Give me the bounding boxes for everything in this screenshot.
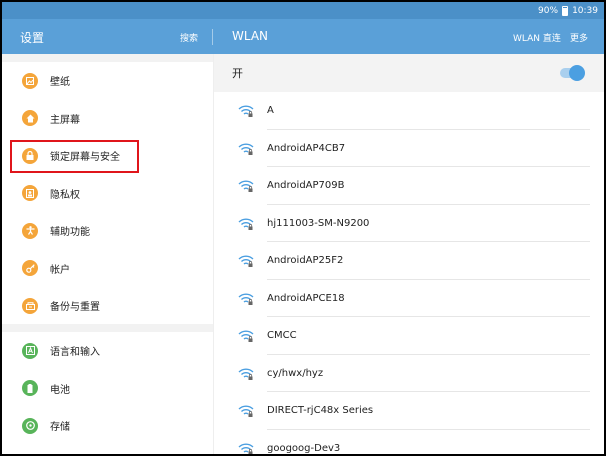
wifi-secured-icon [238,329,254,343]
wifi-secured-icon [238,442,254,454]
wifi-secured-icon [238,367,254,381]
network-name: DIRECT-rjC48x Series [267,405,374,417]
network-item[interactable]: AndroidAP709B [214,167,604,205]
network-item[interactable]: AndroidAPCE18 [214,280,604,317]
sidebar-item-home-screen[interactable]: 主屏幕 [2,100,213,138]
wifi-secured-icon [238,179,254,193]
network-name: A [267,105,274,117]
network-name: cy/hwx/hyz [267,367,324,379]
highlight-box [10,140,139,173]
wifi-secured-icon [238,404,254,418]
sidebar-item-label: 辅助功能 [50,227,90,239]
wlan-switch-row[interactable]: 开 [214,54,604,92]
sidebar-item-battery[interactable]: 电池 [2,370,213,408]
backup-icon [22,297,38,314]
network-list: A AndroidAP4CB7 AndroidAP709B hj111003-SM-N… [214,92,604,454]
more-button[interactable]: 更多 [570,31,588,44]
key-icon [22,260,38,277]
sidebar-item-label: 语言和输入 [50,347,100,359]
accessibility-icon [22,222,38,239]
network-item[interactable]: CMCC [214,317,604,355]
wallpaper-icon [22,72,38,89]
network-name: CMCC [267,330,297,342]
sidebar-item-label: 壁纸 [50,77,70,89]
screen: 90% 10:39 设置 搜索 WLAN WLAN 直连 更多 壁纸 主屏幕 锁… [2,2,604,454]
toggle-knob [569,65,585,81]
app-bar: 设置 搜索 WLAN WLAN 直连 更多 [2,19,604,54]
sidebar-item-label: 隐私权 [50,189,80,201]
wlan-panel: 开 A AndroidAP4CB7 AndroidAP709B hj111003-SM… [214,54,604,454]
sidebar-item-language-input[interactable]: 语言和输入 [2,332,213,370]
network-item[interactable]: AndroidAP4CB7 [214,130,604,167]
sidebar-item-label: 备份与重置 [50,302,100,314]
network-name: AndroidAP709B [267,180,345,192]
sidebar-item-backup-reset[interactable]: 备份与重置 [2,287,213,325]
wifi-secured-icon [238,217,254,231]
network-item[interactable]: googoog-Dev3 [214,430,604,454]
sidebar-item-accessibility[interactable]: 辅助功能 [2,212,213,250]
network-item[interactable]: AndroidAP25F2 [214,242,604,280]
clock: 10:39 [572,5,598,16]
network-item[interactable]: hj111003-SM-N9200 [214,205,604,242]
wlan-direct-button[interactable]: WLAN 直连 [513,31,561,44]
sidebar-item-label: 帐户 [50,264,70,276]
wlan-toggle[interactable] [560,65,585,81]
appbar-divider [212,29,213,45]
network-name: AndroidAPCE18 [267,292,345,304]
sidebar-item-storage[interactable]: 存储 [2,407,213,445]
sidebar-item-label: 电池 [50,384,70,396]
privacy-icon [22,185,38,202]
wifi-secured-icon [238,104,254,118]
sidebar-item-label: 主屏幕 [50,114,80,126]
wifi-secured-icon [238,142,254,156]
network-item[interactable]: A [214,92,604,130]
network-name: AndroidAP25F2 [267,255,344,267]
settings-sidebar: 壁纸 主屏幕 锁定屏幕与安全 隐私权 辅助功能 帐户 备份与重置 语言和输入 电… [2,54,213,454]
wifi-secured-icon [238,292,254,306]
network-item[interactable]: cy/hwx/hyz [214,355,604,392]
settings-title: 设置 [20,31,45,45]
storage-icon [22,417,38,434]
sidebar-group: 语言和输入 电池 存储 [2,332,213,454]
network-name: AndroidAP4CB7 [267,142,346,154]
network-name: hj111003-SM-N9200 [267,217,370,229]
search-button[interactable]: 搜索 [180,31,198,44]
sidebar-item-label: 存储 [50,422,70,434]
wlan-switch-label: 开 [232,67,243,80]
sidebar-item-wallpaper[interactable]: 壁纸 [2,62,213,100]
sidebar-group: 壁纸 主屏幕 锁定屏幕与安全 隐私权 辅助功能 帐户 备份与重置 [2,62,213,324]
battery-icon [22,380,38,397]
status-bar: 90% 10:39 [2,2,604,19]
home-icon [22,110,38,127]
battery-percent: 90% [538,5,559,16]
wifi-secured-icon [238,254,254,268]
wlan-title: WLAN [232,29,269,43]
network-name: googoog-Dev3 [267,442,341,454]
battery-icon [562,5,569,16]
sidebar-item-privacy[interactable]: 隐私权 [2,175,213,213]
language-icon [22,342,38,359]
sidebar-item-accounts[interactable]: 帐户 [2,250,213,288]
network-item[interactable]: DIRECT-rjC48x Series [214,392,604,430]
